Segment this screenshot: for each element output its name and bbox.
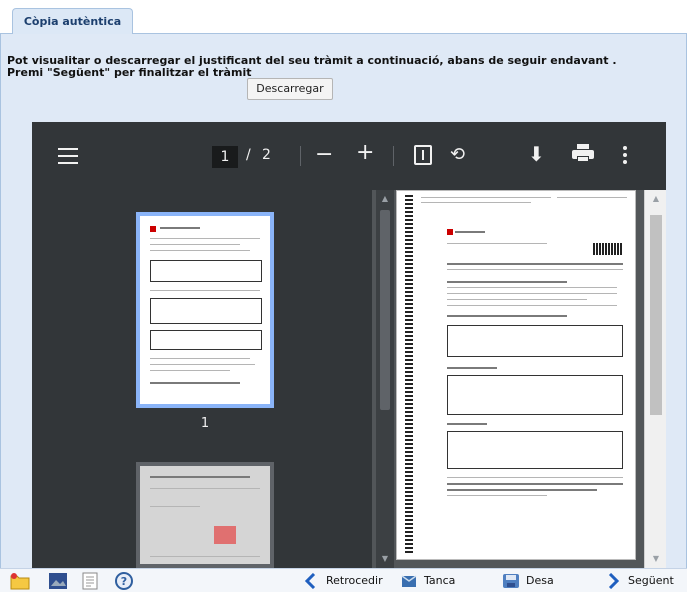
save-button[interactable]: Desa: [502, 571, 562, 591]
page-thumbnail-1[interactable]: [136, 212, 274, 408]
folder-icon[interactable]: [10, 572, 30, 590]
scroll-up-arrow-icon[interactable]: ▲: [376, 190, 394, 208]
current-page-input[interactable]: 1: [212, 146, 238, 168]
document-icon[interactable]: [80, 572, 100, 590]
thumbnail-label: 1: [200, 416, 210, 431]
page-separator: /: [246, 147, 251, 163]
content-panel: Pot visualitar o descarregar el justific…: [0, 34, 687, 568]
back-button-label: Retrocedir: [326, 574, 383, 587]
print-icon[interactable]: [572, 144, 594, 162]
close-document-icon: [401, 575, 417, 587]
svg-text:?: ?: [121, 575, 127, 588]
fit-page-icon[interactable]: [414, 145, 432, 165]
page-thumbnail-2[interactable]: [136, 462, 274, 568]
toolbar-divider: [393, 146, 394, 166]
tab-authentic-copy[interactable]: Còpia autèntica: [12, 8, 133, 35]
close-button-label: Tanca: [424, 574, 456, 587]
total-pages: 2: [262, 147, 271, 163]
save-button-label: Desa: [526, 574, 554, 587]
next-button[interactable]: Següent: [604, 571, 684, 591]
download-icon[interactable]: ⬇: [528, 142, 545, 166]
scrollbar-thumb[interactable]: [380, 210, 390, 410]
save-disk-icon: [503, 574, 519, 588]
back-button[interactable]: Retrocedir: [302, 571, 392, 591]
chevron-left-icon: [304, 573, 316, 589]
scroll-up-arrow-icon[interactable]: ▲: [647, 190, 665, 208]
rotate-icon[interactable]: ⟲: [450, 144, 465, 165]
menu-icon[interactable]: [58, 148, 78, 164]
more-options-icon[interactable]: [623, 146, 627, 167]
instruction-message: Pot visualitar o descarregar el justific…: [7, 55, 667, 79]
download-button[interactable]: Descarregar: [247, 78, 333, 100]
document-page: [396, 190, 636, 560]
scroll-down-arrow-icon[interactable]: ▼: [647, 550, 665, 568]
tab-bar: Còpia autèntica: [0, 0, 687, 35]
chevron-right-icon: [608, 573, 620, 589]
viewer-scrollbar[interactable]: ▲ ▼: [644, 190, 666, 568]
help-icon[interactable]: ?: [114, 572, 134, 590]
zoom-out-icon[interactable]: −: [315, 142, 333, 167]
image-icon[interactable]: [48, 572, 68, 590]
main-pane-scrollbar[interactable]: ▲ ▼: [376, 190, 394, 568]
close-button[interactable]: Tanca: [400, 571, 470, 591]
pdf-viewer: 1 / 2 − + ⟲ ⬇ 1 ▲ ▼ ▲ ▼: [32, 122, 666, 568]
instruction-line-2: Premi "Següent" per finalitzar el tràmit: [7, 66, 252, 79]
pdf-toolbar: 1 / 2 − + ⟲ ⬇: [32, 122, 666, 190]
thumbnail-panel: 1: [32, 190, 372, 568]
viewer-scrollbar-thumb[interactable]: [650, 215, 662, 415]
footer-toolbar: ? Retrocedir Tanca Desa Següent: [0, 568, 687, 592]
zoom-in-icon[interactable]: +: [356, 140, 374, 165]
toolbar-divider: [300, 146, 301, 166]
scroll-down-arrow-icon[interactable]: ▼: [376, 550, 394, 568]
next-button-label: Següent: [628, 574, 674, 587]
